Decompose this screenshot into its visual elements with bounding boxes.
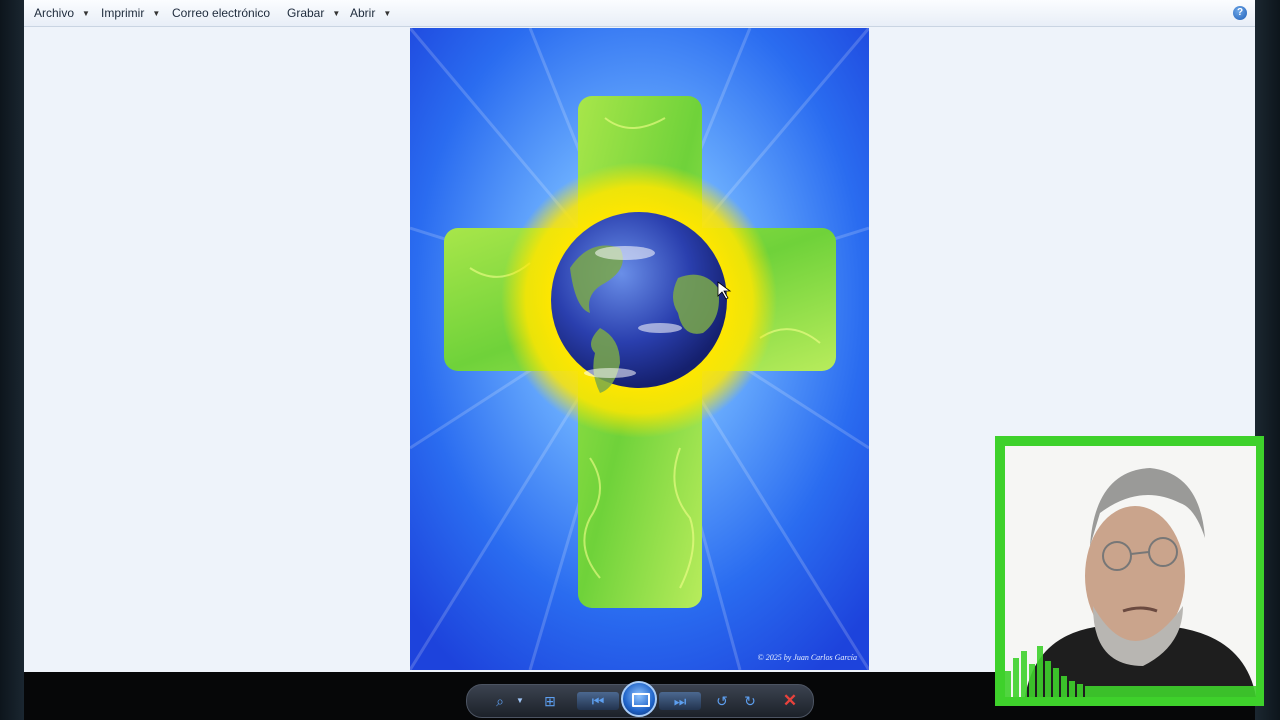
actual-size-icon[interactable]: ⊞	[539, 690, 561, 712]
menu-abrir-label: Abrir	[350, 6, 376, 20]
chevron-down-icon: ▼	[152, 9, 161, 18]
webcam-feed	[1005, 446, 1256, 697]
slideshow-icon[interactable]	[621, 681, 657, 717]
chevron-down-icon: ▼	[383, 9, 392, 18]
zoom-icon[interactable]: ⌕	[489, 690, 511, 712]
rotate-left-icon[interactable]: ↺	[711, 690, 733, 712]
menu-abrir[interactable]: Abrir ▼	[350, 5, 391, 22]
menu-archivo[interactable]: Archivo ▼	[34, 5, 90, 22]
menu-grabar[interactable]: Grabar ▼	[287, 5, 340, 22]
next-icon: ⏭	[673, 693, 687, 709]
menu-correo[interactable]: Correo electrónico	[172, 5, 270, 22]
chevron-down-icon: ▼	[332, 9, 341, 18]
rotate-right-icon[interactable]: ↻	[739, 690, 761, 712]
chevron-down-icon: ▼	[82, 9, 90, 18]
menu-imprimir[interactable]: Imprimir ▼	[101, 5, 160, 22]
menu-grabar-label: Grabar	[287, 6, 325, 20]
previous-button[interactable]: ⏮	[577, 692, 619, 710]
previous-icon: ⏮	[591, 693, 605, 709]
cross-earth-artwork: © 2025 by Juan Carlos García	[410, 28, 869, 670]
help-icon[interactable]: ?	[1233, 6, 1247, 20]
menu-bar: Archivo ▼ Imprimir ▼ Correo electrónico Gr…	[24, 0, 1255, 27]
desktop-left-edge	[0, 0, 24, 720]
menu-imprimir-label: Imprimir	[101, 6, 145, 20]
menu-archivo-label: Archivo	[34, 6, 75, 20]
next-button[interactable]: ⏭	[659, 692, 701, 710]
copyright-text: © 2025 by Juan Carlos García	[757, 653, 857, 662]
webcam-overlay	[995, 436, 1264, 706]
zoom-dropdown-icon[interactable]: ▼	[509, 690, 531, 712]
playback-controls: ⌕ ▼ ⊞ ⏮ ⏭ ↺ ↻ ✕	[466, 681, 814, 718]
delete-icon[interactable]: ✕	[779, 690, 801, 712]
menu-correo-label: Correo electrónico	[172, 6, 271, 20]
